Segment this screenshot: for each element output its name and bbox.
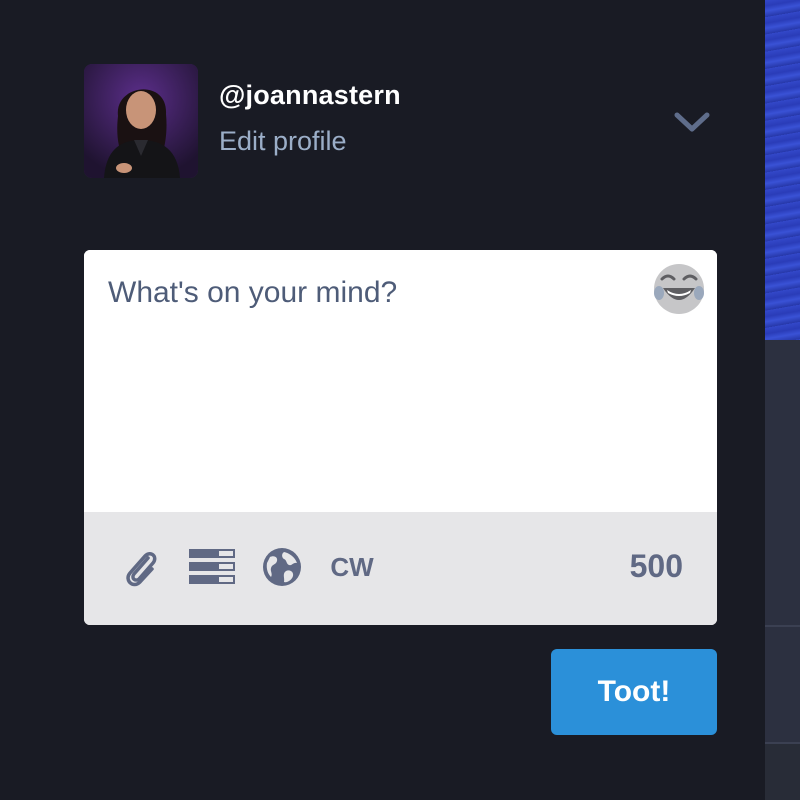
toot-button[interactable]: Toot! [551, 649, 717, 735]
adjacent-column-banner [765, 0, 800, 340]
attach-media-button[interactable] [120, 546, 162, 588]
add-poll-button[interactable] [188, 546, 236, 588]
emoji-picker-button[interactable] [652, 262, 706, 316]
compose-toolbar: CW 500 [84, 512, 717, 625]
globe-icon [263, 548, 301, 586]
compose-form: CW 500 [84, 250, 717, 625]
compose-textarea[interactable] [84, 250, 717, 512]
avatar-photo [84, 64, 198, 178]
username: @joannastern [219, 80, 401, 110]
character-counter: 500 [629, 548, 683, 584]
edit-profile-link[interactable]: Edit profile [219, 126, 347, 157]
profile-menu-button[interactable] [672, 108, 712, 138]
poll-icon [189, 549, 235, 584]
avatar[interactable] [84, 64, 198, 178]
privacy-button[interactable] [260, 546, 304, 588]
app-page: @joannastern Edit profile What's on your… [0, 0, 800, 800]
chevron-down-icon [674, 112, 710, 132]
divider [765, 625, 800, 627]
laughing-emoji-icon [654, 264, 704, 314]
adjacent-column-row [765, 744, 800, 800]
content-warning-button[interactable]: CW [330, 546, 374, 588]
paperclip-icon [126, 551, 157, 587]
